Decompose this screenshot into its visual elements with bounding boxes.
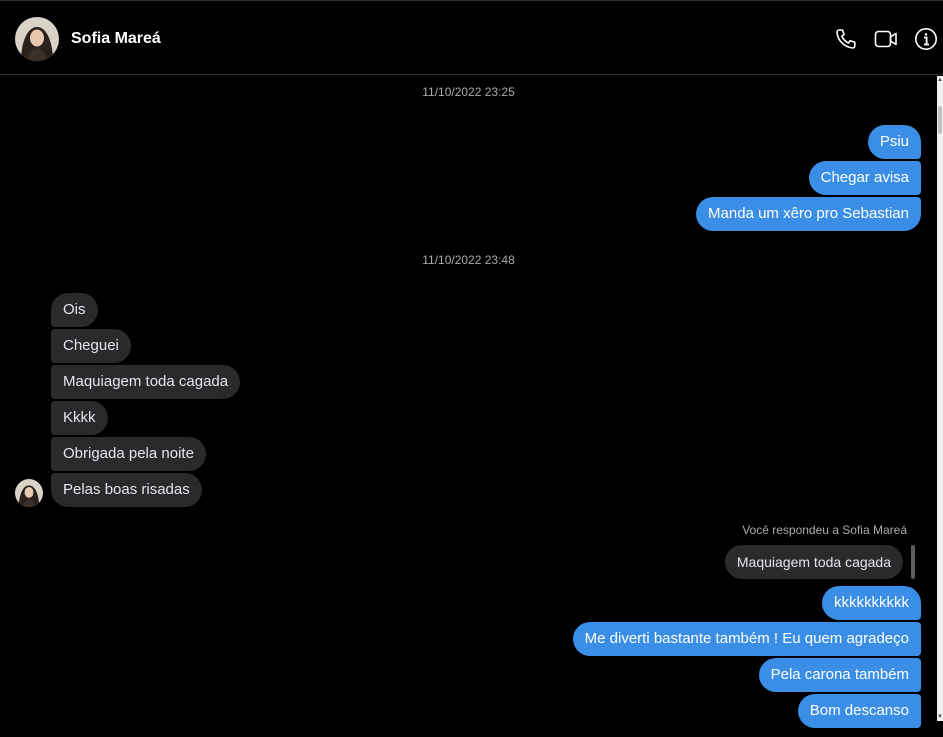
- phone-icon[interactable]: [834, 27, 858, 51]
- incoming-message[interactable]: Ois: [51, 293, 98, 327]
- outgoing-message[interactable]: Pela carona também: [758, 658, 921, 692]
- timestamp: 11/10/2022 23:25: [422, 85, 515, 99]
- info-icon[interactable]: [914, 27, 938, 51]
- quoted-message[interactable]: Maquiagem toda cagada: [724, 545, 903, 579]
- reply-indicator: Você respondeu a Sofia Mareá: [742, 523, 907, 537]
- outgoing-message[interactable]: Chegar avisa: [808, 161, 921, 195]
- outgoing-message[interactable]: Bom descanso: [797, 694, 921, 728]
- quote-bar: [911, 545, 915, 579]
- scrollbar[interactable]: ▲ ▼: [937, 76, 943, 721]
- contact-name[interactable]: Sofia Mareá: [71, 30, 161, 48]
- incoming-message[interactable]: Cheguei: [51, 329, 131, 363]
- outgoing-message[interactable]: kkkkkkkkkk: [822, 586, 921, 620]
- video-camera-icon[interactable]: [874, 27, 898, 51]
- timestamp: 11/10/2022 23:48: [422, 253, 515, 267]
- incoming-message[interactable]: Obrigada pela noite: [51, 437, 206, 471]
- conversation-header: Sofia Mareá: [0, 0, 943, 75]
- incoming-message[interactable]: Maquiagem toda cagada: [51, 365, 241, 399]
- scrollbar-thumb[interactable]: [938, 106, 942, 134]
- contact-avatar[interactable]: [15, 17, 59, 61]
- outgoing-message[interactable]: Psiu: [867, 125, 921, 159]
- outgoing-message[interactable]: Manda um xêro pro Sebastian: [696, 197, 921, 231]
- contact-avatar-small[interactable]: [15, 479, 43, 507]
- message-thread[interactable]: 11/10/2022 23:25 Psiu Chegar avisa Manda…: [0, 76, 937, 737]
- incoming-message[interactable]: Pelas boas risadas: [51, 473, 202, 507]
- scroll-up-arrow-icon[interactable]: ▲: [937, 76, 943, 84]
- incoming-message[interactable]: Kkkk: [51, 401, 108, 435]
- scroll-down-arrow-icon[interactable]: ▼: [937, 713, 943, 721]
- outgoing-message[interactable]: Me diverti bastante também ! Eu quem agr…: [572, 622, 921, 656]
